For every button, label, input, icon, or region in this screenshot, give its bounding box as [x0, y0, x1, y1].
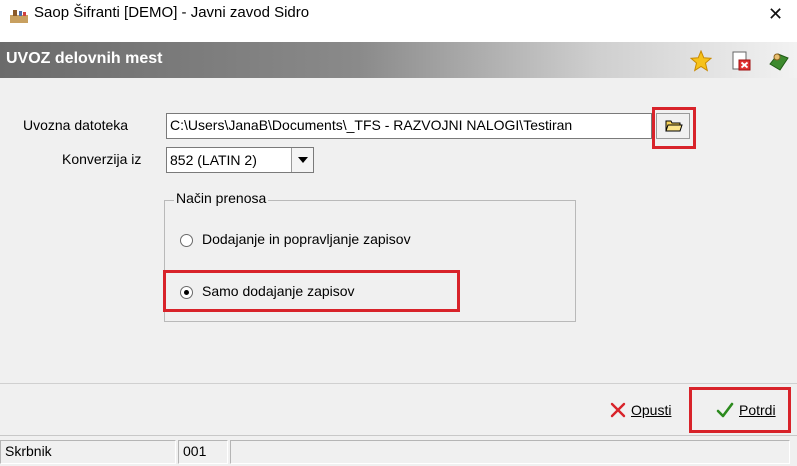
cancel-button[interactable]: Opusti: [609, 398, 689, 424]
cancel-label: Opusti: [631, 402, 672, 418]
status-code-text: 001: [183, 443, 207, 459]
chevron-down-icon[interactable]: [291, 148, 313, 172]
file-path-value: C:\Users\JanaB\Documents\_TFS - RAZVOJNI…: [170, 117, 573, 133]
radio-add-and-update[interactable]: [180, 234, 193, 247]
app-icon: [10, 10, 28, 23]
delete-document-icon[interactable]: [730, 50, 752, 72]
highlight-confirm: [689, 387, 791, 433]
star-icon[interactable]: [690, 50, 712, 72]
conversion-label: Konverzija iz: [62, 151, 142, 167]
file-label: Uvozna datoteka: [23, 117, 129, 133]
window-title: Saop Šifranti [DEMO] - Javni zavod Sidro: [34, 4, 310, 21]
option-add-and-update-label[interactable]: Dodajanje in popravljanje zapisov: [202, 231, 411, 247]
exit-icon[interactable]: [768, 50, 790, 72]
form-title: UVOZ delovnih mest: [6, 50, 163, 67]
window-titlebar: Saop Šifranti [DEMO] - Javni zavod Sidro…: [0, 0, 797, 38]
form-header: UVOZ delovnih mest: [0, 42, 797, 78]
highlight-browse: [652, 107, 696, 149]
highlight-add-only: [163, 270, 460, 312]
status-user-text: Skrbnik: [5, 443, 52, 459]
status-code: 001: [178, 440, 228, 464]
transfer-mode-legend: Način prenosa: [174, 190, 269, 206]
close-icon[interactable]: ✕: [768, 5, 783, 25]
cancel-x-icon: [610, 402, 626, 418]
status-message: [230, 440, 790, 464]
conversion-value: 852 (LATIN 2): [170, 152, 257, 168]
file-path-input[interactable]: C:\Users\JanaB\Documents\_TFS - RAZVOJNI…: [166, 113, 652, 139]
status-bar: Skrbnik 001: [0, 435, 797, 466]
status-user: Skrbnik: [0, 440, 176, 464]
conversion-select[interactable]: 852 (LATIN 2): [166, 147, 314, 173]
